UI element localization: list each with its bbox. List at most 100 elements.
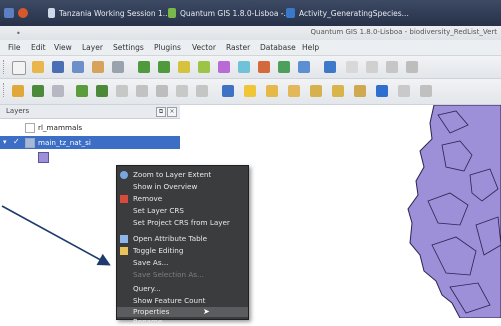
tool-icon[interactable] [176,85,188,97]
tool-icon[interactable] [136,85,148,97]
menu-item-properties[interactable]: Properties ➤ [117,307,248,317]
refresh-icon[interactable] [398,85,410,97]
open-project-icon[interactable] [32,61,44,73]
menu-item-query[interactable]: Query... [117,283,248,295]
mouse-cursor-icon: ➤ [203,307,210,316]
menu-item-label: Save Selection As... [133,270,204,279]
expand-arrow-icon[interactable]: ▾ [3,138,7,146]
save-project-icon[interactable] [52,61,64,73]
task-label: Quantum GIS 1.8.0-Lisboa -... [180,8,291,18]
menu-item-zoom-to-layer-extent[interactable]: Zoom to Layer Extent [117,169,248,181]
map-navigation-toolbar [0,79,501,105]
float-panel-icon[interactable]: ⧉ [156,107,166,117]
menu-item-label: Set Project CRS from Layer [133,218,230,227]
menu-item-show-in-overview[interactable]: Show in Overview [117,181,248,193]
checkmark-icon[interactable]: ✓ [13,137,20,146]
menu-item-save-as[interactable]: Save As... [117,257,248,269]
menu-raster[interactable]: Raster [226,43,250,52]
taskbar: Tanzania Working Session 1... Quantum GI… [0,0,501,26]
menu-plugins[interactable]: Plugins [154,43,181,52]
add-wms-icon[interactable] [218,61,230,73]
menu-item-label: Set Layer CRS [133,206,184,215]
print-icon[interactable] [112,61,124,73]
zoom-next-icon[interactable] [376,85,388,97]
menu-item-toggle-editing[interactable]: Toggle Editing [117,245,248,257]
menu-item-show-feature-count[interactable]: Show Feature Count [117,295,248,307]
add-wfs-icon[interactable] [238,61,250,73]
zoom-layer-icon[interactable] [332,85,344,97]
menu-help[interactable]: Help [302,43,319,52]
menu-item-set-layer-crs[interactable]: Set Layer CRS [117,205,248,217]
layer-item[interactable]: rl_mammals [0,121,180,134]
presentation-icon [286,8,295,18]
node-tool-icon[interactable] [386,61,398,73]
tool-icon[interactable] [116,85,128,97]
menu-item-open-attribute-table[interactable]: Open Attribute Table [117,233,248,245]
menu-item-set-project-crs[interactable]: Set Project CRS from Layer [117,217,248,229]
task-item[interactable]: Tanzania Working Session 1... [48,0,170,26]
menu-item-label: Remove [133,194,163,203]
layers-panel-title: Layers [6,107,30,115]
window-titlebar: • Quantum GIS 1.8.0-Lisboa - biodiversit… [0,26,501,40]
menu-vector[interactable]: Vector [192,43,216,52]
task-item[interactable]: Quantum GIS 1.8.0-Lisboa -... [168,0,291,26]
tool-icon[interactable] [156,85,168,97]
menu-settings[interactable]: Settings [113,43,144,52]
pencil-icon [120,247,128,255]
start-menu-icon[interactable] [4,0,32,26]
task-label: Activity_GeneratingSpecies... [299,8,409,18]
layer-visibility-checkbox[interactable] [25,123,35,133]
zoom-selection-icon[interactable] [310,85,322,97]
save-as-icon[interactable] [72,61,84,73]
new-shapefile-icon[interactable] [258,61,270,73]
add-spatialite-icon[interactable] [198,61,210,73]
new-project-icon[interactable] [12,61,26,75]
zoom-out-icon[interactable] [266,85,278,97]
menu-edit[interactable]: Edit [31,43,46,52]
window-menu-icon[interactable]: • [16,29,21,38]
identify-icon[interactable] [52,85,64,97]
menu-database[interactable]: Database [260,43,296,52]
menu-item-label: Query... [133,284,161,293]
composer-icon[interactable] [92,61,104,73]
pan-icon[interactable] [12,85,24,97]
tool-icon[interactable] [76,85,88,97]
tool-icon[interactable] [196,85,208,97]
add-raster-icon[interactable] [158,61,170,73]
menu-layer[interactable]: Layer [82,43,103,52]
menu-file[interactable]: File [8,43,21,52]
file-toolbar [0,56,501,79]
menu-view[interactable]: View [54,43,72,52]
menu-item-save-selection-as: Save Selection As... [117,269,248,281]
menu-item-label: Show Feature Count [133,296,206,305]
menu-item-remove[interactable]: Remove [117,193,248,205]
digitize-icon[interactable] [324,61,336,73]
new-spatialite-icon[interactable] [278,61,290,73]
add-vector-icon[interactable] [138,61,150,73]
menu-item-rename[interactable]: Rename [117,318,248,326]
layer-item-selected[interactable]: ▾ ✓ main_tz_nat_si [0,136,180,149]
layer-symbol-swatch [38,152,49,163]
menu-item-label: Open Attribute Table [133,234,208,243]
move-feature-icon[interactable] [366,61,378,73]
layer-type-icon [25,138,35,148]
identify-features-icon[interactable] [420,85,432,97]
zoom-in-icon[interactable] [244,85,256,97]
pan-map-icon[interactable] [222,85,234,97]
close-panel-icon[interactable]: × [167,107,177,117]
toolbar-grip[interactable] [3,83,7,97]
task-label: Tanzania Working Session 1... [59,8,170,18]
document-icon [48,8,55,18]
task-item[interactable]: Activity_GeneratingSpecies... [286,0,409,26]
menu-item-label: Toggle Editing [133,246,184,255]
toolbar-grip[interactable] [3,60,7,74]
add-postgis-icon[interactable] [178,61,190,73]
tool-icon[interactable] [96,85,108,97]
zoom-full-icon[interactable] [288,85,300,97]
add-layer-icon[interactable] [32,85,44,97]
zoom-last-icon[interactable] [354,85,366,97]
edit-icon[interactable] [346,61,358,73]
delete-feature-icon[interactable] [406,61,418,73]
qgis-icon [168,8,176,18]
remove-layer-icon[interactable] [298,61,310,73]
